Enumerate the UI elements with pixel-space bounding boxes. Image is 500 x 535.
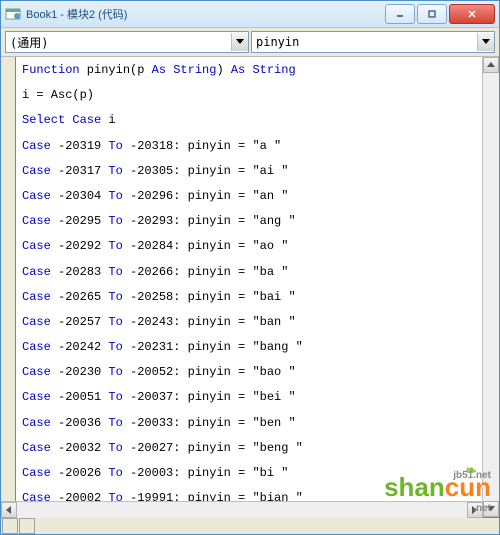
scroll-track[interactable] [17,502,467,518]
code-line[interactable]: Case -20319 To -20318: pinyin = "a " [22,137,476,156]
code-line[interactable]: Case -20026 To -20003: pinyin = "bi " [22,464,476,483]
code-line[interactable]: Case -20283 To -20266: pinyin = "ba " [22,263,476,282]
code-line[interactable]: Case -20265 To -20258: pinyin = "bai " [22,288,476,307]
scroll-left-arrow-icon[interactable] [1,502,17,518]
minimize-button[interactable] [385,4,415,24]
code-line[interactable]: Case -20317 To -20305: pinyin = "ai " [22,162,476,181]
scroll-up-arrow-icon[interactable] [483,57,499,73]
code-line[interactable]: Case -20257 To -20243: pinyin = "ban " [22,313,476,332]
vertical-scrollbar[interactable] [482,57,499,517]
view-selector-bar [1,517,499,534]
object-proc-bar: (通用) pinyin [1,28,499,57]
code-editor[interactable]: Function pinyin(p As String) As String i … [16,57,482,517]
code-line[interactable]: Case -20295 To -20293: pinyin = "ang " [22,212,476,231]
object-combo-value: (通用) [6,34,231,51]
margin-indicator-bar [1,57,16,517]
title-bar[interactable]: Book1 - 模块2 (代码) [1,1,499,28]
maximize-button[interactable] [417,4,447,24]
scroll-right-arrow-icon[interactable] [467,502,483,518]
procedure-combo-value: pinyin [252,35,477,49]
code-line[interactable]: Case -20230 To -20052: pinyin = "bao " [22,363,476,382]
code-line[interactable]: Case -20051 To -20037: pinyin = "bei " [22,388,476,407]
ide-window: Book1 - 模块2 (代码) (通用) pinyin Function pi… [0,0,500,535]
scroll-down-arrow-icon[interactable] [483,501,499,517]
procedure-combo[interactable]: pinyin [251,31,495,53]
code-line[interactable]: Case -20292 To -20284: pinyin = "ao " [22,237,476,256]
code-line[interactable]: Select Case i [22,111,476,130]
window-title: Book1 - 模块2 (代码) [26,6,385,22]
code-line[interactable]: Case -20304 To -20296: pinyin = "an " [22,187,476,206]
chevron-down-icon[interactable] [477,33,494,51]
procedure-view-button[interactable] [2,518,18,534]
horizontal-scrollbar[interactable] [1,501,483,518]
code-line[interactable]: i = Asc(p) [22,86,476,105]
editor-area: Function pinyin(p As String) As String i … [1,57,499,517]
window-controls [385,4,495,24]
full-module-view-button[interactable] [19,518,35,534]
code-line[interactable]: Case -20242 To -20231: pinyin = "bang " [22,338,476,357]
app-icon [5,6,21,22]
close-button[interactable] [449,4,495,24]
code-line[interactable]: Function pinyin(p As String) As String [22,61,476,80]
code-line[interactable]: Case -20036 To -20033: pinyin = "ben " [22,414,476,433]
object-combo[interactable]: (通用) [5,31,249,53]
chevron-down-icon[interactable] [231,33,248,51]
code-line[interactable]: Case -20032 To -20027: pinyin = "beng " [22,439,476,458]
